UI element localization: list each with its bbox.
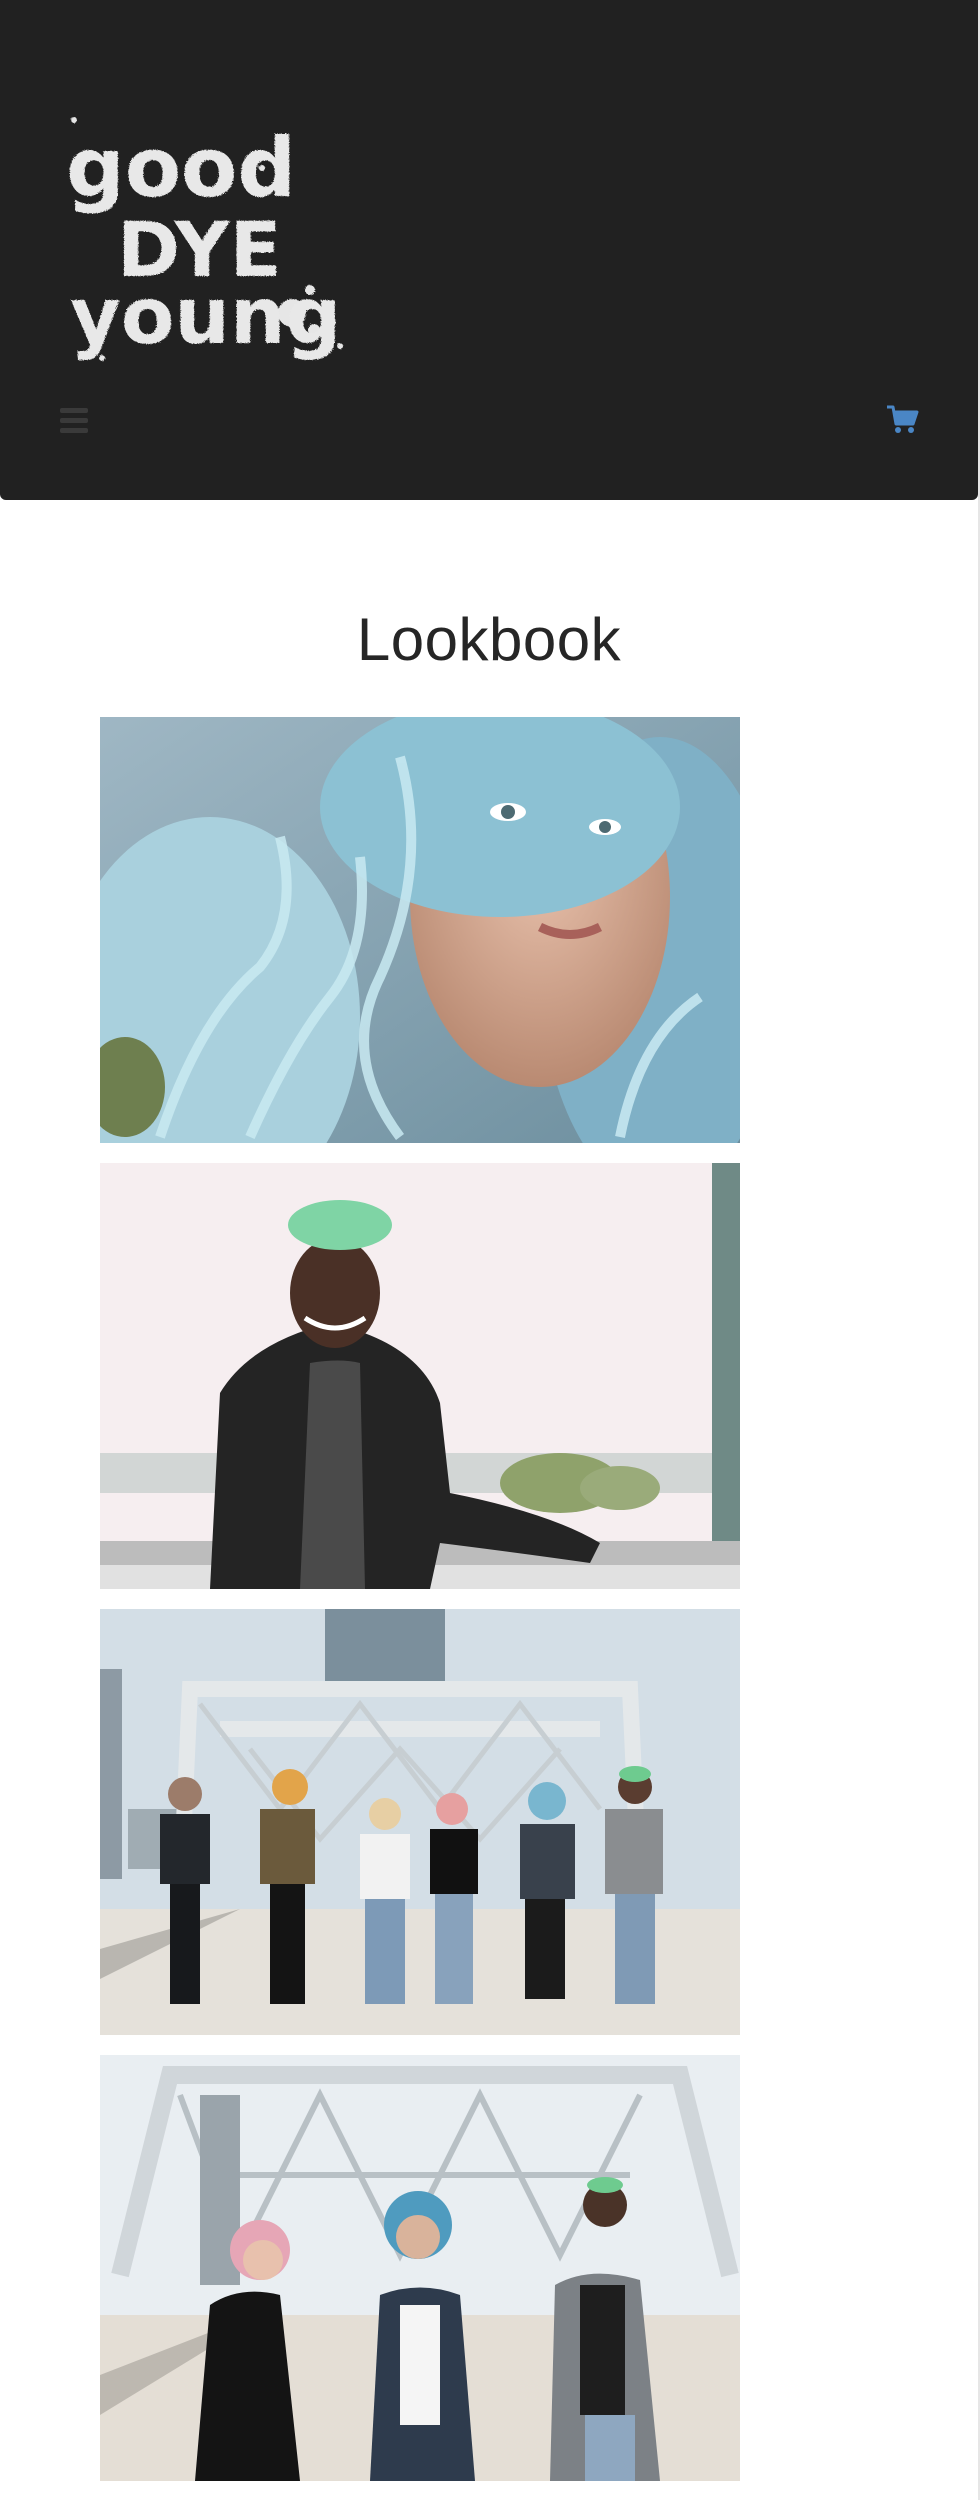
hamburger-line <box>60 408 88 413</box>
lookbook-photo-portrait[interactable] <box>100 717 740 1143</box>
logo[interactable]: good DYE young <box>62 108 362 378</box>
site-header: good DYE young <box>0 0 978 500</box>
page-title: Lookbook <box>356 606 622 673</box>
lookbook-photo-three-friends[interactable] <box>100 2055 740 2481</box>
logo-word-good: good <box>66 121 296 216</box>
lookbook-photo-group-bridge[interactable] <box>100 1609 740 2035</box>
logo-icon: good DYE young <box>66 117 343 362</box>
hamburger-line <box>60 428 88 433</box>
hamburger-menu-icon[interactable] <box>60 408 88 434</box>
shopping-cart-icon[interactable] <box>886 404 920 436</box>
lookbook-photo-man-green-hair[interactable] <box>100 1163 740 1589</box>
hamburger-line <box>60 418 88 423</box>
logo-word-young: young <box>70 272 341 362</box>
